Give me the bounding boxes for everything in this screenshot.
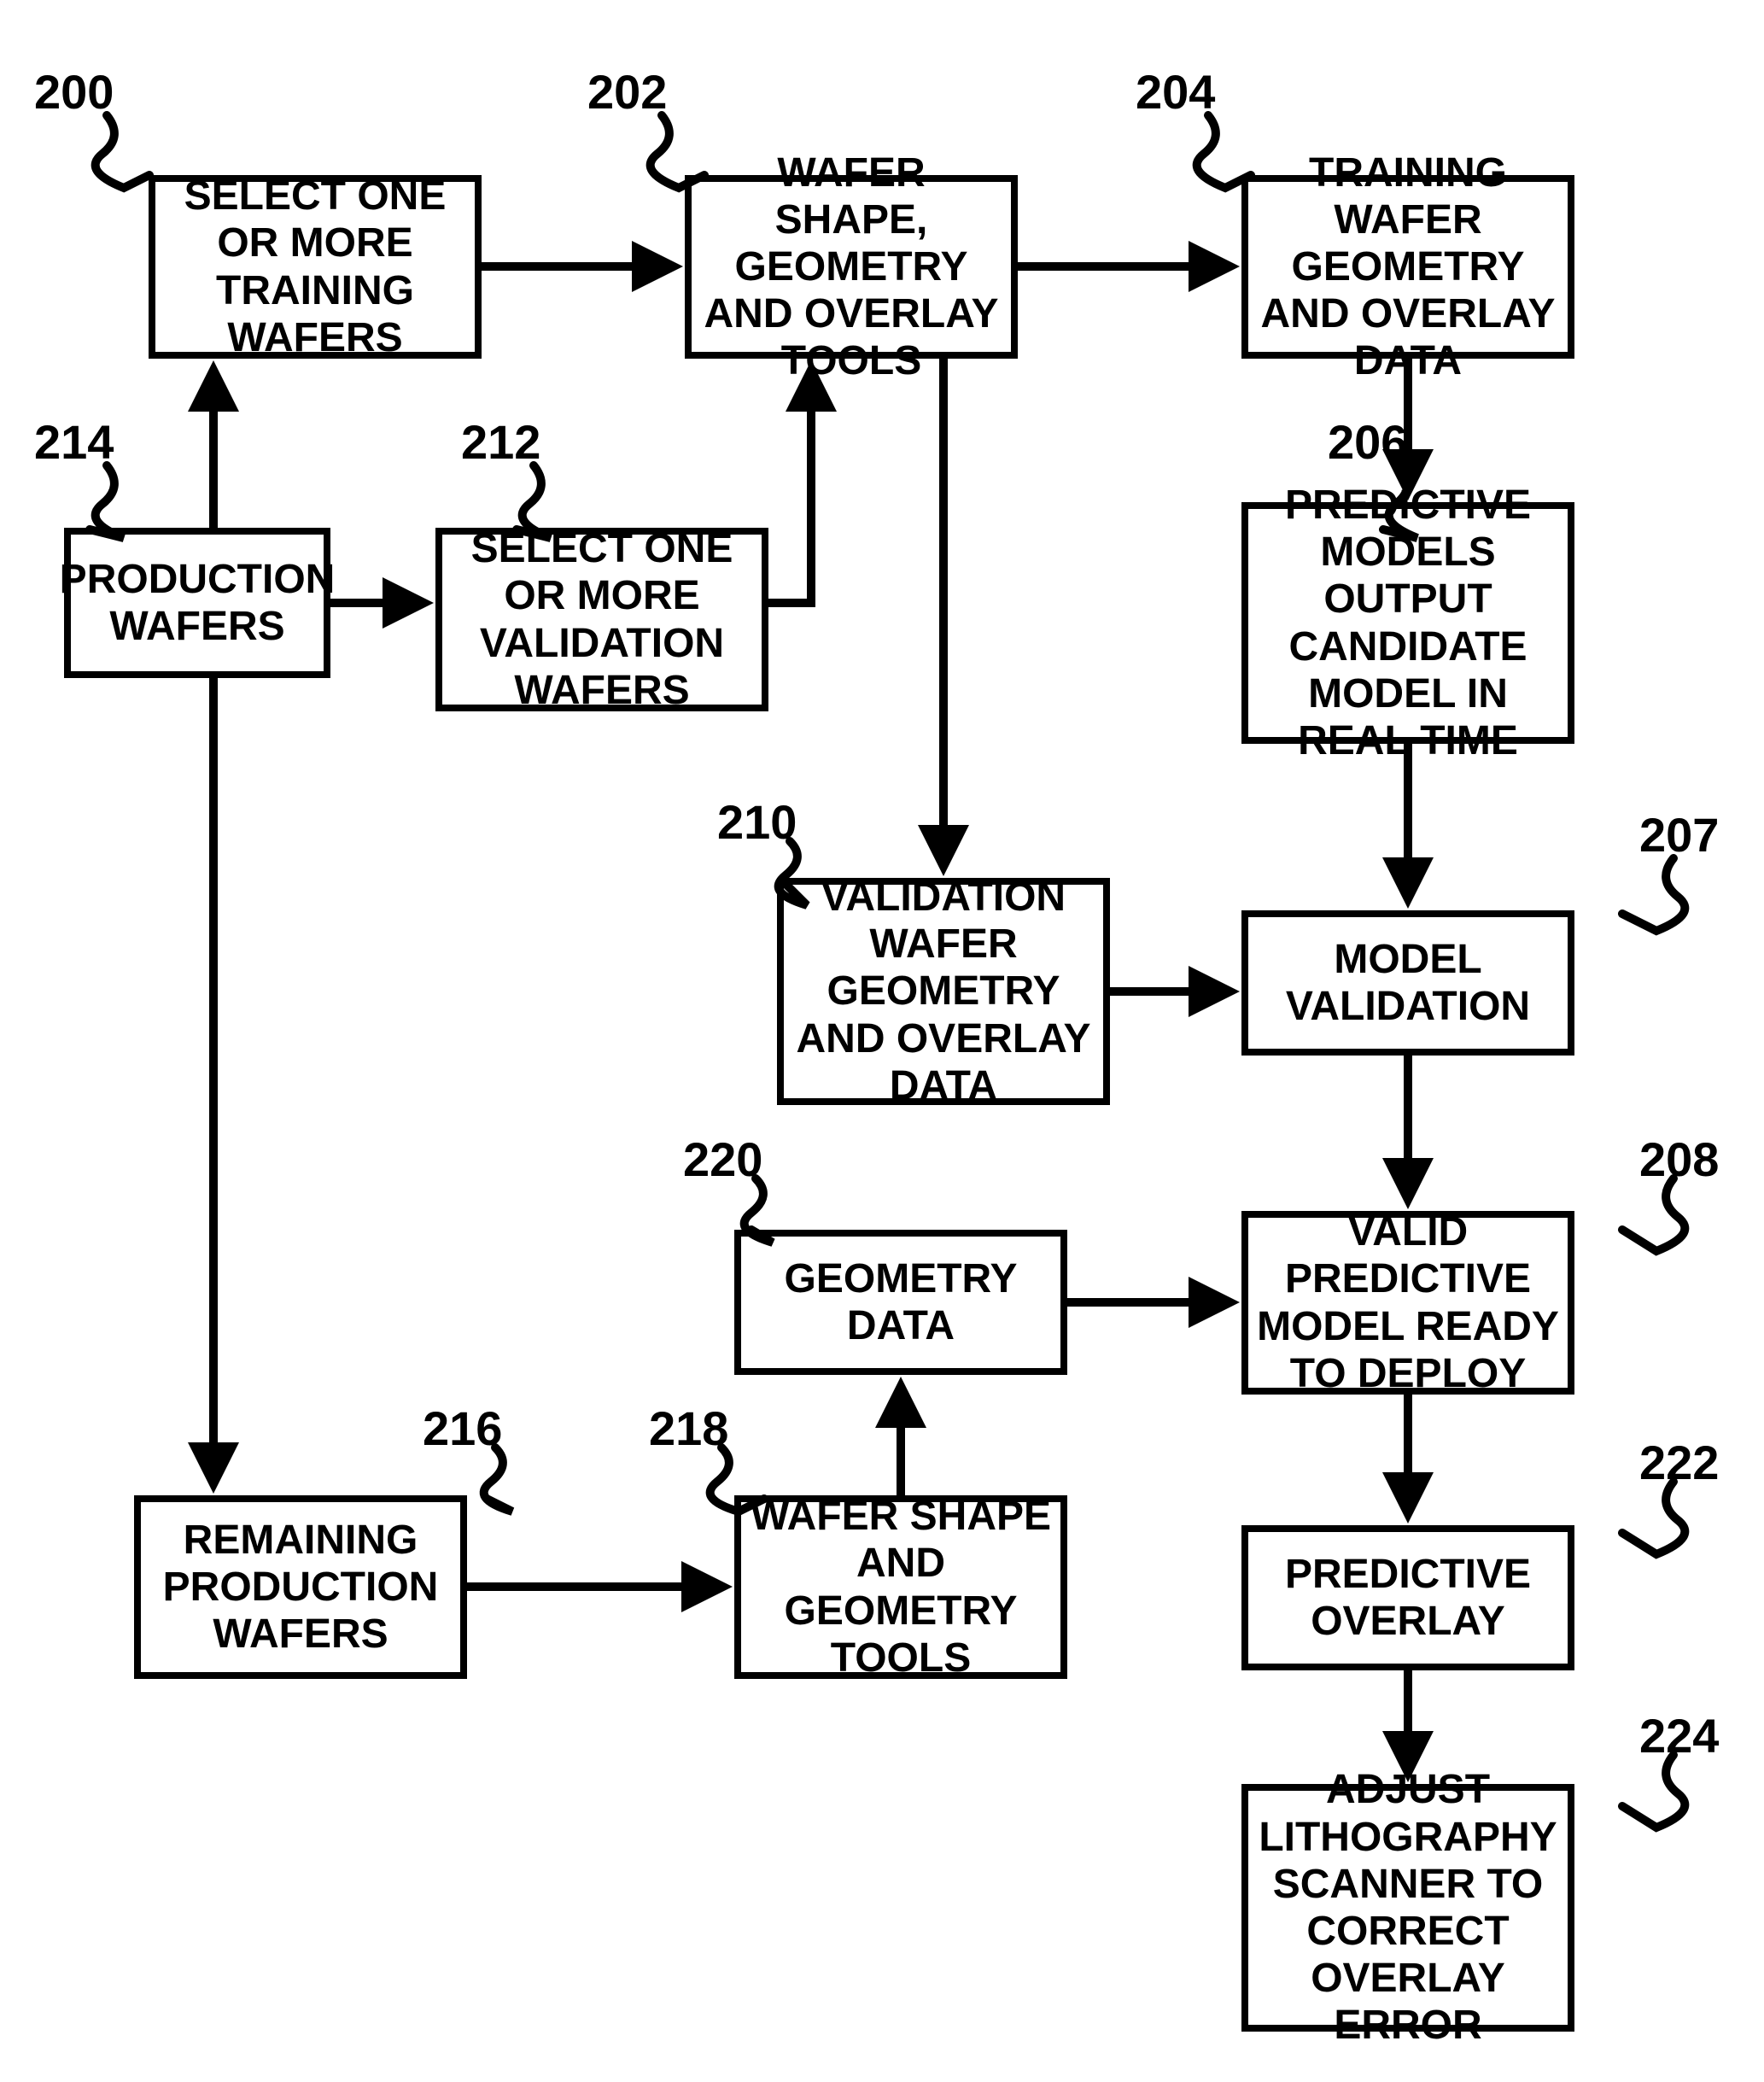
node-204: TRAINING WAFER GEOMETRY AND OVERLAY DATA [1241,175,1574,359]
node-208: VALID PREDICTIVE MODEL READY TO DEPLOY [1241,1211,1574,1395]
ref-206: 206 [1328,414,1407,470]
ref-204: 204 [1136,64,1215,120]
ref-224: 224 [1639,1708,1719,1763]
node-220: GEOMETRY DATA [734,1230,1067,1375]
ref-200: 200 [34,64,114,120]
ref-214: 214 [34,414,114,470]
node-206: PREDICTIVE MODELS OUTPUT CANDIDATE MODEL… [1241,502,1574,744]
ref-212: 212 [461,414,540,470]
node-210: VALIDATION WAFER GEOMETRY AND OVERLAY DA… [777,878,1110,1105]
arrow-212-202 [768,369,811,603]
node-222: PREDICTIVE OVERLAY [1241,1525,1574,1670]
leader-222 [1622,1482,1685,1554]
node-212: SELECT ONE OR MORE VALIDATION WAFERS [435,528,768,711]
node-216: REMAINING PRODUCTION WAFERS [134,1495,467,1679]
node-202: WAFER SHAPE, GEOMETRY AND OVERLAY TOOLS [685,175,1018,359]
ref-202: 202 [587,64,667,120]
ref-218: 218 [649,1401,728,1456]
ref-208: 208 [1639,1132,1719,1187]
node-224: ADJUST LITHOGRAPHY SCANNER TO CORRECT OV… [1241,1784,1574,2032]
leader-207 [1622,858,1685,931]
ref-210: 210 [717,794,797,850]
leader-224 [1622,1755,1685,1828]
node-214: PRODUCTION WAFERS [64,528,330,678]
ref-216: 216 [423,1401,502,1456]
node-207: MODEL VALIDATION [1241,910,1574,1056]
ref-207: 207 [1639,807,1719,863]
node-200: SELECT ONE OR MORE TRAINING WAFERS [149,175,482,359]
ref-222: 222 [1639,1435,1719,1490]
ref-220: 220 [683,1132,762,1187]
leader-216 [484,1447,512,1512]
leader-208 [1622,1178,1685,1251]
node-218: WAFER SHAPE AND GEOMETRY TOOLS [734,1495,1067,1679]
leader-200 [96,115,149,188]
flowchart-canvas: SELECT ONE OR MORE TRAINING WAFERS WAFER… [0,0,1764,2082]
